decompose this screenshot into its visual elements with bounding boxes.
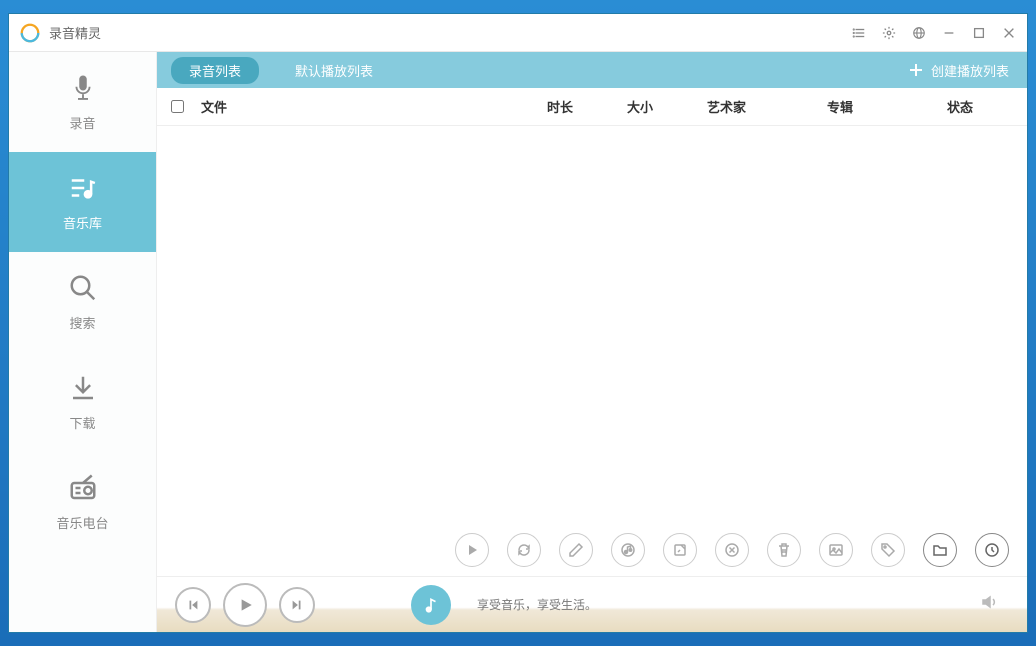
search-icon (68, 273, 98, 303)
table-header: 文件 时长 大小 艺术家 专辑 状态 (157, 88, 1027, 126)
sidebar-item-library[interactable]: 音乐库 (9, 152, 156, 252)
tab-default-playlist[interactable]: 默认播放列表 (277, 57, 391, 84)
app-body: 录音 音乐库 搜索 下载 音乐电台 录音列表 默认播放列表 (9, 52, 1027, 632)
trash-icon (776, 542, 792, 558)
now-playing-icon (411, 585, 451, 625)
sidebar: 录音 音乐库 搜索 下载 音乐电台 (9, 52, 157, 632)
create-playlist-label: 创建播放列表 (931, 61, 1009, 80)
sidebar-item-label: 音乐电台 (56, 513, 108, 532)
remove-action-button[interactable] (715, 533, 749, 567)
tag-action-button[interactable] (871, 533, 905, 567)
sidebar-item-label: 录音 (69, 113, 95, 132)
clock-icon (984, 542, 1000, 558)
download-icon (68, 373, 98, 403)
create-playlist-button[interactable]: 创建播放列表 (909, 61, 1009, 80)
column-size[interactable]: 大小 (627, 97, 707, 116)
play-icon (464, 542, 480, 558)
globe-icon[interactable] (911, 25, 927, 41)
titlebar: 录音精灵 (9, 14, 1027, 52)
itunes-action-button[interactable] (611, 533, 645, 567)
next-icon (290, 598, 304, 612)
column-duration[interactable]: 时长 (547, 97, 627, 116)
next-button[interactable] (279, 587, 315, 623)
play-icon (236, 596, 254, 614)
volume-button[interactable] (979, 592, 999, 617)
refresh-icon (516, 542, 532, 558)
player-tagline: 享受音乐，享受生活。 (477, 596, 967, 613)
app-title: 录音精灵 (49, 23, 851, 42)
column-status[interactable]: 状态 (947, 97, 1027, 116)
app-window: 录音精灵 录音 音乐库 搜索 下载 (8, 13, 1028, 633)
image-icon (828, 542, 844, 558)
sidebar-item-label: 下载 (69, 413, 95, 432)
sidebar-item-label: 音乐库 (63, 213, 102, 232)
rename-action-button[interactable] (663, 533, 697, 567)
music-note-icon (422, 596, 440, 614)
action-toolbar (157, 524, 1027, 576)
pencil-icon (568, 542, 584, 558)
previous-button[interactable] (175, 587, 211, 623)
sidebar-item-radio[interactable]: 音乐电台 (9, 452, 156, 552)
minimize-button[interactable] (941, 25, 957, 41)
delete-action-button[interactable] (767, 533, 801, 567)
plus-icon (909, 63, 923, 77)
window-controls (851, 25, 1017, 41)
sidebar-item-record[interactable]: 录音 (9, 52, 156, 152)
edit-action-button[interactable] (559, 533, 593, 567)
main-panel: 录音列表 默认播放列表 创建播放列表 文件 时长 大小 艺术家 专辑 状态 (157, 52, 1027, 632)
tab-bar: 录音列表 默认播放列表 创建播放列表 (157, 52, 1027, 88)
list-icon[interactable] (851, 25, 867, 41)
folder-action-button[interactable] (923, 533, 957, 567)
itunes-icon (620, 542, 636, 558)
maximize-button[interactable] (971, 25, 987, 41)
play-action-button[interactable] (455, 533, 489, 567)
music-library-icon (68, 173, 98, 203)
convert-action-button[interactable] (507, 533, 541, 567)
sidebar-item-search[interactable]: 搜索 (9, 252, 156, 352)
close-button[interactable] (1001, 25, 1017, 41)
tab-recording-list[interactable]: 录音列表 (171, 57, 259, 84)
column-album[interactable]: 专辑 (827, 97, 947, 116)
gear-icon[interactable] (881, 25, 897, 41)
column-artist[interactable]: 艺术家 (707, 97, 827, 116)
microphone-icon (68, 73, 98, 103)
speaker-icon (979, 592, 999, 612)
remove-icon (724, 542, 740, 558)
select-all-checkbox[interactable] (171, 100, 201, 113)
sidebar-item-download[interactable]: 下载 (9, 352, 156, 452)
play-button[interactable] (223, 583, 267, 627)
player-bar: 享受音乐，享受生活。 (157, 576, 1027, 632)
tag-icon (880, 542, 896, 558)
sidebar-item-label: 搜索 (69, 313, 95, 332)
history-action-button[interactable] (975, 533, 1009, 567)
note-icon (672, 542, 688, 558)
app-logo-icon (19, 22, 41, 44)
table-body (157, 126, 1027, 524)
cover-action-button[interactable] (819, 533, 853, 567)
radio-icon (68, 473, 98, 503)
column-file[interactable]: 文件 (201, 97, 547, 116)
folder-icon (932, 542, 948, 558)
prev-icon (186, 598, 200, 612)
